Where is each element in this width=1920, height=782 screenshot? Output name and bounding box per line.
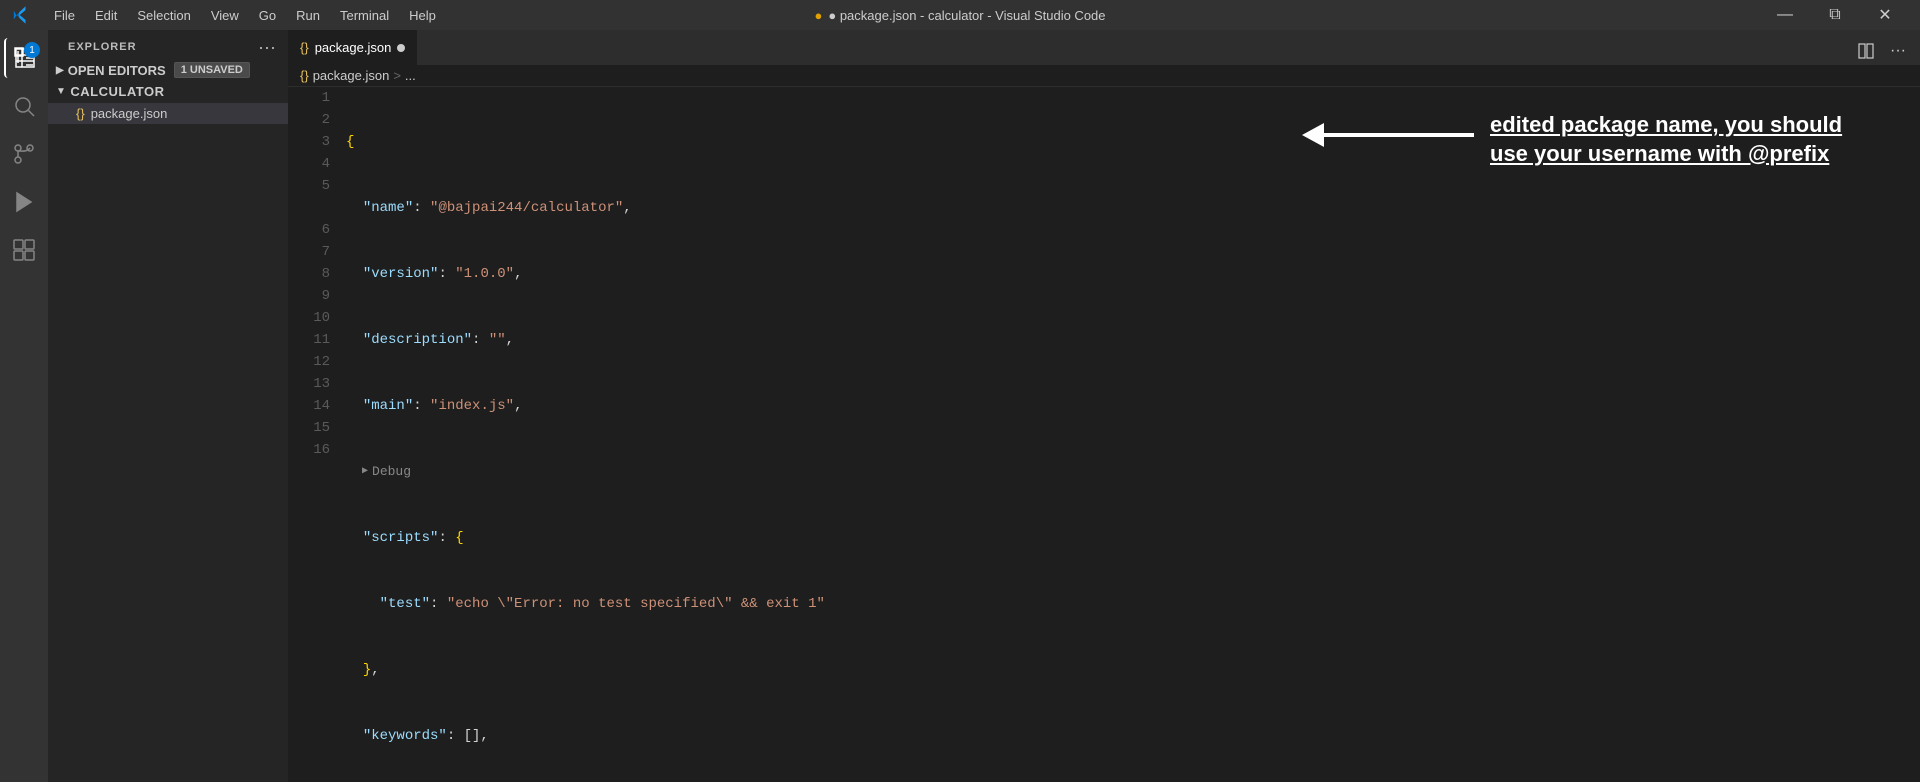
titlebar: File Edit Selection View Go Run Terminal… [0, 0, 1920, 30]
main-layout: 1 [0, 30, 1920, 782]
restore-button[interactable]: ⧉ [1812, 0, 1858, 30]
code-editor[interactable]: { "name": "@bajpai244/calculator", "vers… [338, 87, 1906, 782]
breadcrumb-file-icon: {} [300, 68, 309, 83]
titlebar-title: ● ● package.json - calculator - Visual S… [814, 8, 1105, 23]
menu-help[interactable]: Help [401, 6, 444, 25]
editor-content: 1 2 3 4 5 6 7 8 9 10 11 12 13 14 15 16 { [288, 87, 1920, 782]
titlebar-window-controls: — ⧉ ✕ [1762, 0, 1908, 30]
tab-modified-dot [397, 44, 405, 52]
calculator-folder-label: CALCULATOR [70, 84, 164, 99]
source-control-badge: 1 [24, 42, 40, 58]
unsaved-badge: 1 UNSAVED [174, 62, 250, 78]
breadcrumb-filename: package.json [313, 68, 390, 83]
open-editors-section[interactable]: ▶ OPEN EDITORS 1 UNSAVED [48, 60, 288, 80]
split-editor-button[interactable] [1852, 37, 1880, 65]
open-editors-label: OPEN EDITORS [68, 63, 166, 78]
menu-edit[interactable]: Edit [87, 6, 125, 25]
package-json-name: package.json [91, 106, 168, 121]
activity-source-control[interactable] [4, 134, 44, 174]
debug-line: ▶ Debug [346, 461, 1906, 483]
close-button[interactable]: ✕ [1862, 0, 1908, 30]
debug-label: Debug [372, 461, 411, 483]
breadcrumb: {} package.json > ... [288, 65, 1920, 87]
menu-go[interactable]: Go [251, 6, 284, 25]
debug-triangle-icon: ▶ [362, 461, 368, 483]
more-actions-button[interactable]: ··· [1884, 37, 1912, 65]
line-numbers: 1 2 3 4 5 6 7 8 9 10 11 12 13 14 15 16 [288, 87, 338, 782]
package-json-file[interactable]: {} package.json [48, 103, 288, 124]
title-modified-dot: ● [814, 8, 822, 23]
calculator-folder[interactable]: ▼ CALCULATOR [48, 80, 288, 103]
breadcrumb-separator: > [393, 68, 401, 83]
package-json-icon: {} [76, 106, 85, 121]
editor-scrollbar[interactable] [1906, 87, 1920, 782]
menu-view[interactable]: View [203, 6, 247, 25]
sidebar-header: Explorer ··· [48, 30, 288, 60]
tab-file-icon: {} [300, 40, 309, 55]
activity-run-debug[interactable] [4, 182, 44, 222]
title-text: ● package.json - calculator - Visual Stu… [828, 8, 1105, 23]
tab-filename: package.json [315, 40, 392, 55]
open-editors-chevron: ▶ [56, 65, 64, 76]
activity-search[interactable] [4, 86, 44, 126]
titlebar-left: File Edit Selection View Go Run Terminal… [12, 6, 444, 25]
menu-terminal[interactable]: Terminal [332, 6, 397, 25]
menu-file[interactable]: File [46, 6, 83, 25]
tab-actions: ··· [1852, 37, 1920, 65]
breadcrumb-sub: ... [405, 68, 416, 83]
activity-extensions[interactable] [4, 230, 44, 270]
activity-explorer[interactable]: 1 [4, 38, 44, 78]
menu-run[interactable]: Run [288, 6, 328, 25]
package-json-tab[interactable]: {} package.json [288, 30, 417, 65]
vscode-logo-icon [12, 6, 30, 24]
tab-bar: {} package.json ··· [288, 30, 1920, 65]
sidebar-more-button[interactable]: ··· [258, 38, 276, 56]
sidebar-title: Explorer [68, 41, 137, 53]
activity-bar: 1 [0, 30, 48, 782]
calculator-chevron: ▼ [56, 86, 66, 97]
menu-selection[interactable]: Selection [129, 6, 198, 25]
minimize-button[interactable]: — [1762, 0, 1808, 30]
editor-area: {} package.json ··· {} package.json > ..… [288, 30, 1920, 782]
sidebar: Explorer ··· ▶ OPEN EDITORS 1 UNSAVED ▼ … [48, 30, 288, 782]
menu-bar: File Edit Selection View Go Run Terminal… [46, 6, 444, 25]
